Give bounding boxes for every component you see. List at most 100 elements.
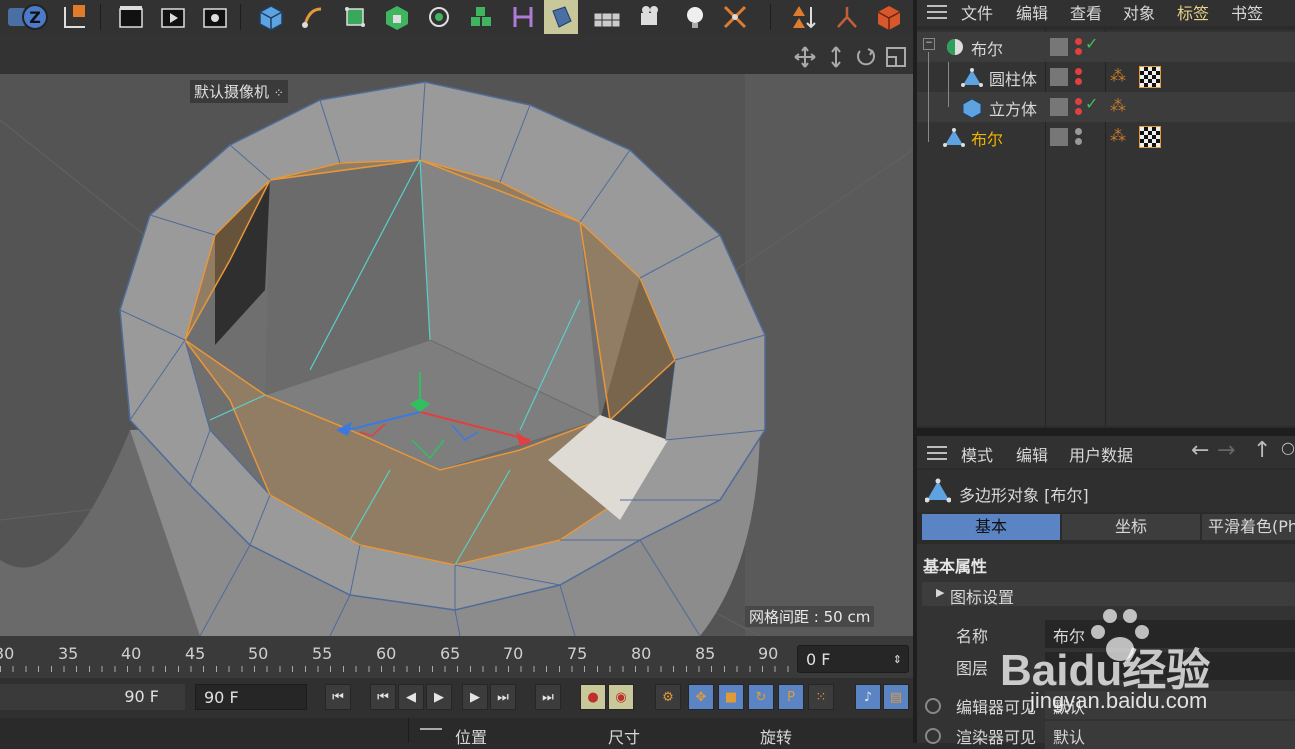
search-icon[interactable]: ○ [1281, 438, 1295, 457]
menu-edit[interactable]: 编辑 [1016, 442, 1048, 466]
light-icon[interactable] [678, 0, 712, 34]
menu-user-data[interactable]: 用户数据 [1069, 442, 1133, 466]
zoom-view-icon[interactable] [826, 46, 846, 72]
record-icon[interactable]: ● [580, 684, 606, 710]
tab-phong[interactable]: 平滑着色(Ph [1202, 514, 1295, 540]
extrude-icon[interactable] [380, 0, 414, 34]
collapse-icon[interactable]: − [923, 38, 935, 50]
object-row-boolean-polygon[interactable]: 布尔 ⁂ [917, 122, 1295, 152]
coordinate-system-icon[interactable] [56, 0, 90, 34]
end-frame-slider[interactable]: 90 F [0, 684, 185, 710]
renderer-visible-select[interactable]: 默认 [1045, 721, 1295, 749]
layer-swatch[interactable] [1050, 38, 1068, 56]
key-position-icon[interactable]: ✥ [688, 684, 714, 710]
key-pla-icon[interactable]: ⁙ [808, 684, 834, 710]
move-view-icon[interactable] [794, 46, 816, 72]
editor-visible-select[interactable]: 默认 [1045, 691, 1295, 719]
prev-frame-icon[interactable]: ◀ [398, 684, 424, 710]
render-visibility-dot[interactable] [1075, 108, 1082, 115]
object-row-boolean[interactable]: − 布尔 ✓ [917, 32, 1295, 62]
layer-swatch[interactable] [1050, 68, 1068, 86]
layer-field[interactable] [1045, 652, 1295, 680]
3d-viewport[interactable] [0, 74, 913, 636]
polygon-object-icon [925, 478, 951, 503]
next-key-icon[interactable]: ⏭ [490, 684, 516, 710]
layer-icon[interactable] [872, 0, 906, 34]
key-scale-icon[interactable]: ■ [718, 684, 744, 710]
floor-icon[interactable] [590, 0, 624, 34]
tab-coordinates[interactable]: 坐标 [1062, 514, 1200, 540]
film-icon[interactable]: ▤ [883, 684, 909, 710]
object-row-cylinder[interactable]: 圆柱体 ⁂ [917, 62, 1295, 92]
editor-visibility-dot[interactable] [1075, 128, 1082, 135]
goto-end-icon[interactable]: ⏭ [535, 684, 561, 710]
material-tag-icon[interactable] [1139, 66, 1161, 88]
sound-icon[interactable]: ♪ [855, 684, 881, 710]
main-toolbar: Z [0, 0, 913, 34]
maximize-view-icon[interactable] [885, 46, 907, 72]
render-visibility-dot[interactable] [1075, 138, 1082, 145]
menu-mode[interactable]: 模式 [961, 442, 993, 466]
phong-tag-icon[interactable]: ⁂ [1110, 96, 1126, 115]
editor-visibility-dot[interactable] [1075, 68, 1082, 75]
render-view-icon[interactable] [114, 0, 148, 34]
tab-basic[interactable]: 基本 [922, 514, 1060, 540]
menu-edit[interactable]: 编辑 [1016, 0, 1048, 24]
menu-tags[interactable]: 标签 [1177, 0, 1209, 24]
layer-swatch[interactable] [1050, 128, 1068, 146]
forward-arrow-icon[interactable]: → [1217, 438, 1235, 463]
check-icon[interactable]: ✓ [1085, 34, 1098, 53]
phong-tag-icon[interactable]: ⁂ [1110, 126, 1126, 145]
menu-view[interactable]: 查看 [1070, 0, 1102, 24]
up-arrow-icon[interactable]: ↑ [1253, 438, 1271, 463]
editor-visibility-dot[interactable] [1075, 98, 1082, 105]
key-param-icon[interactable]: P [778, 684, 804, 710]
goto-start-icon[interactable]: ⏮ [325, 684, 351, 710]
keyframe-selection-icon[interactable]: ⚙ [655, 684, 681, 710]
expand-arrow-icon[interactable]: ▶ [936, 586, 944, 599]
menu-icon[interactable] [420, 728, 442, 730]
radio-icon[interactable] [925, 698, 941, 714]
cube-icon[interactable] [254, 0, 288, 34]
mograph-icon[interactable] [464, 0, 498, 34]
autokey-icon[interactable]: ◉ [608, 684, 634, 710]
render-visibility-dot[interactable] [1075, 48, 1082, 55]
icon-settings-group[interactable]: ▶ 图标设置 [922, 582, 1295, 607]
tick-label: 90 [758, 644, 779, 663]
name-field[interactable]: 布尔 [1045, 620, 1295, 648]
back-arrow-icon[interactable]: ← [1191, 438, 1209, 463]
joint-icon[interactable] [830, 0, 864, 34]
tick-label: 40 [121, 644, 142, 663]
phong-tag-icon[interactable]: ⁂ [1110, 66, 1126, 85]
render-picture-icon[interactable] [156, 0, 190, 34]
menu-bookmarks[interactable]: 书签 [1231, 0, 1263, 24]
current-frame-field[interactable]: 0 F ⇕ [797, 645, 909, 673]
play-icon[interactable]: ▶ [426, 684, 452, 710]
radio-icon[interactable] [925, 728, 941, 744]
cloner-icon[interactable] [422, 0, 456, 34]
layer-swatch[interactable] [1050, 98, 1068, 116]
xpresso-icon[interactable] [718, 0, 752, 34]
prev-key-icon[interactable]: ⏮ [370, 684, 396, 710]
check-icon[interactable]: ✓ [1085, 94, 1098, 113]
next-frame-icon[interactable]: ▶ [462, 684, 488, 710]
rotate-view-icon[interactable] [855, 46, 877, 72]
key-rotation-icon[interactable]: ↻ [748, 684, 774, 710]
timeline-ruler[interactable]: 30 35 40 45 50 55 60 65 70 75 80 85 90 [0, 636, 913, 678]
menu-objects[interactable]: 对象 [1123, 0, 1155, 24]
render-visibility-dot[interactable] [1075, 78, 1082, 85]
bend-icon[interactable] [544, 0, 578, 34]
render-settings-icon[interactable] [198, 0, 232, 34]
editor-visibility-dot[interactable] [1075, 38, 1082, 45]
redo-icon[interactable]: Z [18, 0, 52, 34]
end-frame-field[interactable]: 90 F [195, 684, 307, 710]
pen-icon[interactable] [296, 0, 330, 34]
material-tag-icon[interactable] [1139, 126, 1161, 148]
stepper-icon[interactable]: ⇕ [893, 646, 902, 674]
object-row-cube[interactable]: 立方体 ✓ ⁂ [917, 92, 1295, 122]
camera-icon[interactable] [634, 0, 668, 34]
deformer-icon[interactable] [506, 0, 540, 34]
menu-file[interactable]: 文件 [961, 0, 993, 24]
constraint-icon[interactable] [788, 0, 822, 34]
subdivision-icon[interactable] [338, 0, 372, 34]
